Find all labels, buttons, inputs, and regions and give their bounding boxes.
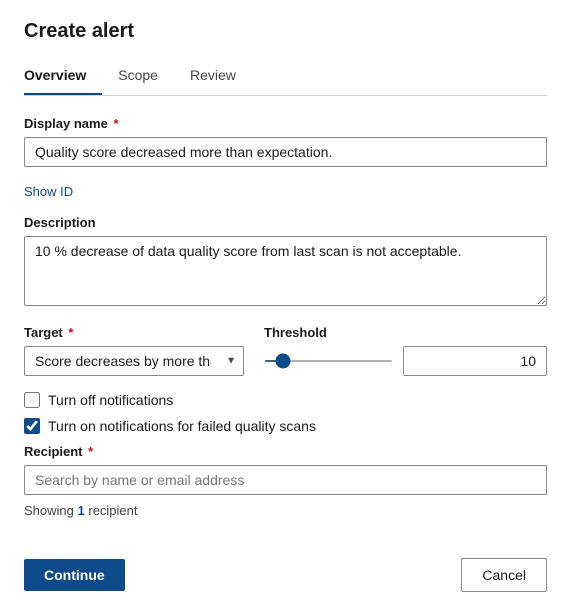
target-threshold-row: Target * Score decreases by more than Sc… [24,325,547,376]
tab-bar: Overview Scope Review [24,59,547,96]
tab-review[interactable]: Review [190,59,252,95]
continue-button[interactable]: Continue [24,559,125,591]
threshold-controls [264,346,547,376]
showing-recipient-text: Showing 1 recipient [24,503,547,518]
turn-on-failed-scans-row[interactable]: Turn on notifications for failed quality… [24,418,547,434]
target-select-wrapper: Score decreases by more than Score incre… [24,346,244,376]
showing-prefix: Showing [24,503,74,518]
threshold-label: Threshold [264,325,547,340]
tab-scope[interactable]: Scope [118,59,174,95]
threshold-section: Threshold [264,325,547,376]
cancel-button[interactable]: Cancel [461,558,547,592]
recipient-count: 1 [78,503,85,518]
turn-off-notifications-label: Turn off notifications [48,392,173,408]
required-marker: * [110,116,119,131]
target-section: Target * Score decreases by more than Sc… [24,325,244,376]
recipient-search-input[interactable] [24,465,547,495]
display-name-label: Display name * [24,116,547,131]
turn-off-notifications-checkbox[interactable] [24,392,40,408]
target-select[interactable]: Score decreases by more than Score incre… [24,346,244,376]
description-group: Description [24,215,547,309]
display-name-group: Display name * [24,116,547,167]
turn-on-failed-scans-label: Turn on notifications for failed quality… [48,418,316,434]
recipient-label: Recipient * [24,444,547,459]
show-id-link[interactable]: Show ID [24,184,73,199]
tab-overview[interactable]: Overview [24,59,102,95]
turn-on-failed-scans-checkbox[interactable] [24,418,40,434]
recipient-required: * [85,444,94,459]
threshold-value-input[interactable] [403,346,547,376]
footer: Continue Cancel [24,542,547,592]
page-title: Create alert [24,20,547,43]
target-label: Target * [24,325,244,340]
showing-suffix: recipient [88,503,137,518]
turn-off-notifications-row[interactable]: Turn off notifications [24,392,547,408]
target-required: * [65,325,74,340]
description-label: Description [24,215,547,230]
slider-container [264,360,393,362]
display-name-input[interactable] [24,137,547,167]
recipient-group: Recipient * Showing 1 recipient [24,444,547,518]
threshold-slider[interactable] [264,360,393,362]
description-input[interactable] [24,236,547,306]
